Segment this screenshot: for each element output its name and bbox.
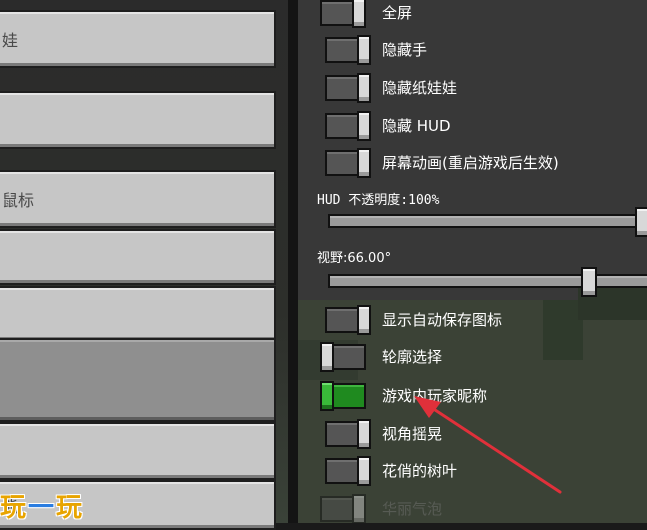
panel-divider [288, 0, 298, 523]
menu-button-6-selected[interactable] [0, 338, 276, 422]
watermark-char-1: 玩 [0, 492, 29, 523]
left-panel: 娃 鼠标 能 [0, 0, 288, 530]
menu-button-1[interactable]: 娃 [0, 10, 276, 68]
watermark-logo: 玩一玩 [0, 487, 84, 523]
menu-button-4[interactable] [0, 229, 276, 285]
menu-button-5[interactable] [0, 286, 276, 342]
menu-button-3-label: 鼠标 [2, 191, 35, 210]
settings-panel: 全屏 隐藏手 隐藏纸娃娃 隐藏 HUD 屏幕动画(重启游戏后生效) HUD 不透… [298, 0, 647, 523]
menu-button-1-label: 娃 [2, 31, 19, 50]
menu-button-2[interactable] [0, 91, 276, 149]
watermark-char-3: 玩 [56, 492, 85, 523]
arrow-shaft [424, 402, 562, 494]
menu-button-7[interactable] [0, 422, 276, 480]
menu-button-3[interactable]: 鼠标 [0, 170, 276, 228]
arrow-head [414, 396, 441, 418]
annotation-arrow [414, 396, 562, 494]
watermark-char-2: 一 [28, 492, 57, 523]
